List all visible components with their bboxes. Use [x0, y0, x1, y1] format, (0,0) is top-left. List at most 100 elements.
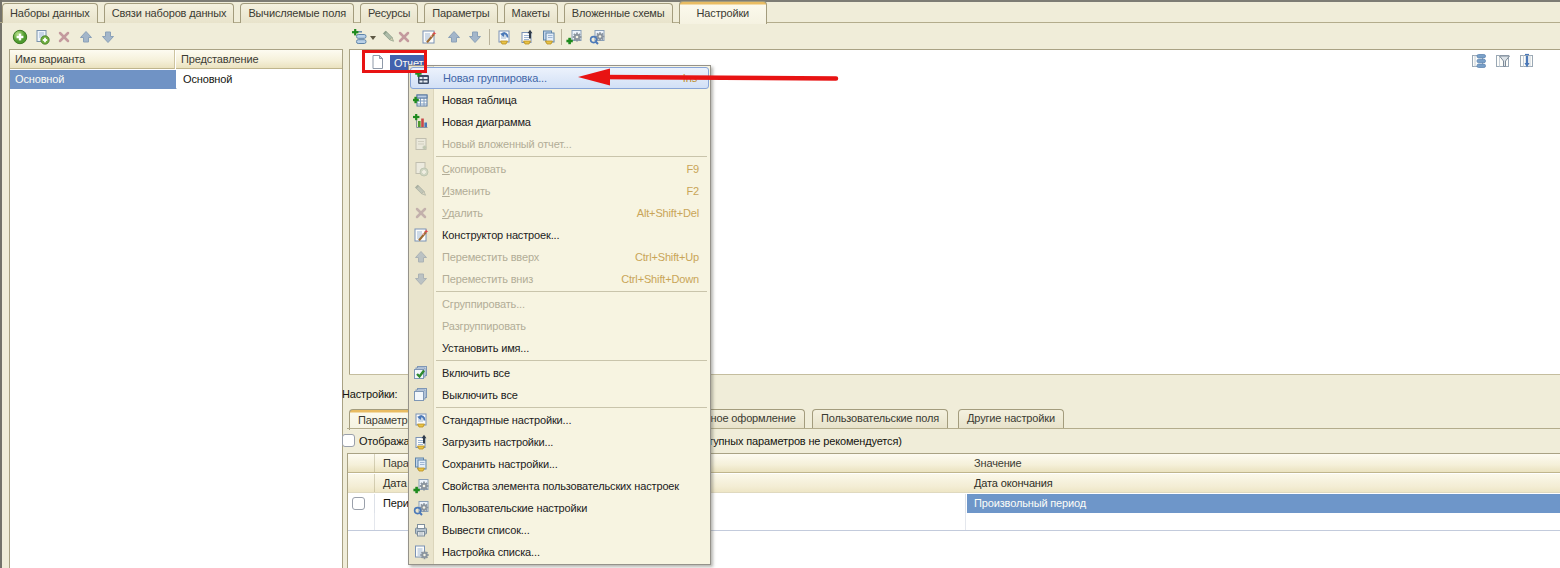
tab-active-7[interactable]: Настройки	[679, 1, 768, 24]
load-settings-icon[interactable]	[519, 29, 535, 45]
menu-item-label: Сохранить настройки...	[442, 458, 558, 470]
menu-item-19[interactable]: Стандартные настройки...	[409, 409, 710, 431]
copy-icon	[413, 161, 429, 177]
toolbar-separator	[561, 29, 562, 45]
parameters-column-header-value-label: Значение	[967, 454, 1560, 472]
settings-caption: Настройки:	[342, 388, 398, 400]
menu-item-5[interactable]: СкопироватьF9	[409, 158, 710, 180]
load-settings-icon	[413, 434, 429, 450]
move-down-icon[interactable]	[467, 29, 483, 45]
save-settings-icon[interactable]	[541, 29, 557, 45]
window-left-edge	[0, 0, 2, 568]
tab-5[interactable]: Макеты	[504, 3, 558, 23]
save-settings-icon	[413, 456, 429, 472]
menu-separator	[436, 360, 707, 361]
menu-item-8[interactable]: Конструктор настроек...	[409, 224, 710, 246]
menu-item-25[interactable]: Настройка списка...	[409, 541, 710, 563]
menu-item-shortcut: Alt+Shift+Del	[637, 207, 710, 219]
schema-tab-bar: Наборы данных Связи наборов данныхВычисля…	[2, 1, 767, 23]
menu-item-label: Загрузить настройки...	[442, 436, 553, 448]
user-settings-icon[interactable]	[589, 29, 605, 45]
settings-tab-2[interactable]: Пользовательские поля	[812, 409, 948, 428]
parameter-value-cell[interactable]	[967, 513, 1560, 530]
tab-6[interactable]: Вложенные схемы	[564, 3, 673, 23]
print-list-icon	[413, 522, 429, 538]
edit-icon[interactable]	[381, 29, 397, 45]
menu-item-12[interactable]: Сгруппировать...	[409, 293, 710, 315]
menu-item-6[interactable]: ИзменитьF2	[409, 180, 710, 202]
view-filter-icon[interactable]	[1495, 53, 1511, 69]
menu-item-shortcut: F9	[686, 163, 710, 175]
tab-1[interactable]: Связи наборов данных	[104, 3, 235, 23]
menu-item-7[interactable]: УдалитьAlt+Shift+Del	[409, 202, 710, 224]
accel-underline: С	[442, 163, 450, 175]
parameter-value-cell-selected[interactable]: Произвольный период	[967, 494, 1560, 513]
menu-item-label: Пользовательские настройки	[442, 502, 587, 514]
tab-4[interactable]: Параметры	[424, 3, 497, 23]
menu-item-2[interactable]: Новая диаграмма	[409, 111, 710, 133]
parameters-column-header-value[interactable]: Значение	[967, 454, 1560, 472]
menu-item-shortcut: F2	[686, 185, 710, 197]
add-icon[interactable]	[12, 29, 28, 45]
toolbar-separator	[489, 29, 490, 45]
menu-item-label: Настройка списка...	[442, 546, 540, 558]
variants-column-header-presentation[interactable]: Представление	[176, 50, 342, 69]
standard-settings-icon	[413, 412, 429, 428]
variant-name-cell[interactable]: Основной	[10, 70, 176, 89]
move-down-icon	[413, 271, 429, 287]
show-unavailable-params-checkbox[interactable]	[342, 434, 355, 447]
enable-all-icon	[413, 365, 429, 381]
variants-table-row[interactable]: Основной Основной	[10, 70, 342, 89]
menu-item-16[interactable]: Включить все	[409, 362, 710, 384]
user-settings-properties-icon[interactable]	[566, 29, 582, 45]
menu-item-10[interactable]: Переместить внизCtrl+Shift+Down	[409, 268, 710, 290]
variants-column-header-name[interactable]: Имя варианта	[10, 50, 175, 69]
add-element-icon[interactable]	[352, 29, 368, 45]
view-structure-icon[interactable]	[1471, 53, 1487, 69]
menu-item-label: Выключить все	[442, 389, 518, 401]
menu-item-14[interactable]: Установить имя...	[409, 337, 710, 359]
menu-item-20[interactable]: Загрузить настройки...	[409, 431, 710, 453]
delete-icon[interactable]	[56, 29, 72, 45]
menu-item-1[interactable]: Новая таблица	[409, 89, 710, 111]
menu-separator	[436, 291, 707, 292]
variants-table[interactable]: Имя варианта Представление Основной Осно…	[9, 49, 343, 568]
menu-item-21[interactable]: Сохранить настройки...	[409, 453, 710, 475]
parameter-use-checkbox[interactable]	[352, 497, 365, 510]
variant-presentation-cell[interactable]: Основной	[177, 70, 342, 89]
variants-column-header-name-label: Имя варианта	[10, 50, 174, 68]
annotation-highlight-box	[362, 50, 427, 73]
tab-0[interactable]: Наборы данных	[2, 3, 98, 23]
delete-icon[interactable]	[396, 29, 412, 45]
parameter-value-cell[interactable]: Дата окончания	[967, 474, 1560, 492]
settings-tab-3[interactable]: Другие настройки	[958, 409, 1064, 428]
menu-item-17[interactable]: Выключить все	[409, 384, 710, 406]
settings-wizard-icon[interactable]	[421, 29, 437, 45]
add-copy-icon[interactable]	[34, 29, 50, 45]
parameter-row-gutter	[348, 474, 375, 492]
tab-2[interactable]: Вычисляемые поля	[240, 3, 354, 23]
menu-item-3[interactable]: Новый вложенный отчет...	[409, 133, 710, 155]
menu-item-24[interactable]: Вывести список...	[409, 519, 710, 541]
move-up-icon[interactable]	[446, 29, 462, 45]
standard-settings-icon[interactable]	[496, 29, 512, 45]
tab-3[interactable]: Ресурсы	[360, 3, 418, 23]
menu-item-23[interactable]: Пользовательские настройки	[409, 497, 710, 519]
menu-item-9[interactable]: Переместить вверхCtrl+Shift+Up	[409, 246, 710, 268]
menu-item-label: Свойства элемента пользовательских настр…	[442, 480, 679, 492]
menu-item-22[interactable]: Свойства элемента пользовательских настр…	[409, 475, 710, 497]
menu-separator	[436, 407, 707, 408]
menu-item-13[interactable]: Разгруппировать	[409, 315, 710, 337]
move-up-icon[interactable]	[78, 29, 94, 45]
accel-underline: И	[442, 185, 450, 197]
new-nested-report-icon	[413, 136, 429, 152]
context-menu: Новая группировка...InsНовая таблицаНова…	[408, 65, 711, 565]
menu-item-label: Переместить вниз	[442, 273, 533, 285]
structure-view-toggles	[1471, 53, 1551, 69]
move-down-icon[interactable]	[100, 29, 116, 45]
settings-wizard-icon	[413, 227, 429, 243]
menu-item-label: Новая группировка...	[443, 72, 547, 84]
delete-icon	[413, 205, 429, 221]
add-dropdown-arrow-icon[interactable]	[370, 36, 376, 40]
view-order-icon[interactable]	[1519, 53, 1535, 69]
